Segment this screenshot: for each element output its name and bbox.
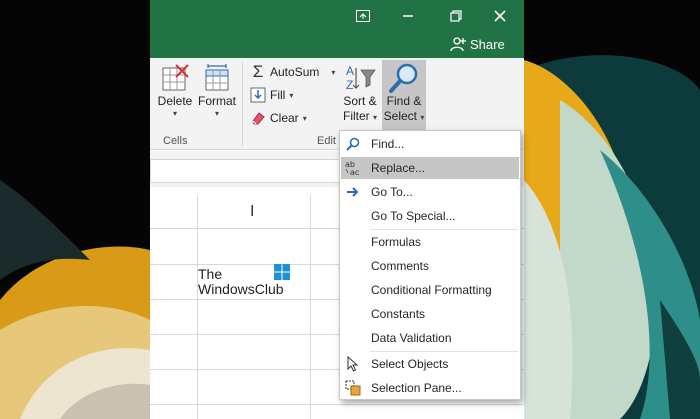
menu-item-label: Selection Pane...: [371, 381, 462, 395]
menu-item-formulas[interactable]: Formulas: [341, 231, 519, 253]
menu-item-label: Replace...: [371, 161, 426, 175]
chevron-down-icon: ▾: [172, 109, 177, 118]
clear-button[interactable]: Clear ▾: [250, 108, 307, 128]
sort-filter-button[interactable]: A Z Sort & Filter ▾: [340, 62, 380, 125]
fill-label: Fill: [270, 88, 286, 102]
menu-separator: [370, 229, 518, 230]
person-add-icon: [450, 37, 466, 52]
menu-item-replace[interactable]: ab ac Replace...: [341, 157, 519, 179]
svg-text:ac: ac: [350, 168, 359, 177]
sort-filter-label-1: Sort &: [343, 94, 377, 108]
chevron-down-icon: ▾: [302, 113, 307, 123]
svg-text:Z: Z: [346, 78, 353, 92]
find-select-label-1: Find &: [386, 94, 422, 108]
chevron-down-icon: ▾: [331, 67, 336, 77]
menu-item-label: Go To...: [371, 185, 413, 199]
menu-item-label: Conditional Formatting: [371, 283, 492, 297]
watermark-logo: The WindowsClub: [198, 267, 284, 297]
format-label: Format: [197, 94, 236, 108]
minimize-icon: [403, 15, 413, 17]
menu-item-comments[interactable]: Comments: [341, 255, 519, 277]
menu-item-selection-pane[interactable]: Selection Pane...: [341, 377, 519, 399]
menu-item-label: Data Validation: [371, 331, 452, 345]
menu-item-select-objects[interactable]: Select Objects: [341, 353, 519, 375]
eraser-icon: [252, 112, 265, 125]
menu-item-label: Constants: [371, 307, 426, 321]
editing-group-label: Edit: [317, 135, 336, 147]
watermark-line-2: WindowsClub: [198, 281, 284, 297]
menu-item-label: Formulas: [371, 235, 422, 249]
minimize-button[interactable]: [394, 4, 422, 28]
magnifier-icon: [389, 63, 418, 93]
chevron-down-icon: ▾: [289, 90, 294, 100]
restore-icon: [450, 10, 462, 22]
menu-item-label: Select Objects: [371, 357, 449, 371]
autosum-label: AutoSum: [270, 65, 320, 79]
sort-filter-label-2: Filter ▾: [342, 109, 378, 123]
share-button[interactable]: Share: [450, 33, 505, 55]
find-select-menu: Find... ab ac Replace... Go To... Go To S…: [339, 130, 521, 400]
replace-abc-icon: ab ac: [344, 159, 362, 177]
menu-separator: [370, 351, 518, 352]
svg-text:A: A: [346, 64, 354, 78]
menu-item-constants[interactable]: Constants: [341, 303, 519, 325]
close-button[interactable]: [486, 4, 514, 28]
chevron-down-icon: ▾: [420, 113, 425, 122]
menu-item-label: Find...: [371, 137, 405, 151]
menu-item-go-to[interactable]: Go To...: [341, 181, 519, 203]
menu-item-label: Go To Special...: [371, 209, 456, 223]
restore-button[interactable]: [442, 4, 470, 28]
fill-down-icon: [250, 87, 266, 103]
title-bar: Share: [150, 0, 524, 58]
fill-button[interactable]: Fill ▾: [250, 85, 293, 105]
watermark-line-1: The: [198, 266, 223, 282]
cells-group-label: Cells: [163, 135, 188, 147]
menu-item-conditional-formatting[interactable]: Conditional Formatting: [341, 279, 519, 301]
chevron-down-icon: ▾: [214, 109, 219, 118]
group-separator: [242, 62, 243, 146]
formula-input[interactable]: [150, 159, 340, 183]
find-select-button[interactable]: Find & Select ▾: [382, 62, 426, 125]
magnifier-icon: [344, 135, 362, 153]
menu-item-data-validation[interactable]: Data Validation: [341, 327, 519, 349]
menu-item-find[interactable]: Find...: [341, 133, 519, 155]
delete-button[interactable]: Delete ▾: [156, 64, 194, 118]
autosum-button[interactable]: Σ AutoSum ▾: [250, 62, 336, 82]
format-cells-icon: [205, 64, 229, 91]
delete-cells-icon: [162, 64, 189, 91]
delete-label: Delete: [157, 94, 193, 108]
chevron-down-icon: ▾: [373, 113, 378, 122]
clear-label: Clear: [270, 111, 299, 125]
sort-filter-icon: A Z: [346, 64, 376, 92]
close-icon: [494, 10, 506, 22]
column-header-i[interactable]: I: [250, 203, 254, 221]
selection-pane-icon: [344, 379, 362, 397]
pointer-icon: [344, 355, 362, 373]
ribbon-display-options-button[interactable]: [349, 4, 377, 28]
find-select-label-2: Select ▾: [383, 109, 425, 123]
share-label: Share: [470, 36, 505, 52]
menu-item-go-to-special[interactable]: Go To Special...: [341, 205, 519, 227]
arrow-right-icon: [344, 183, 362, 201]
ribbon-display-icon: [356, 10, 370, 22]
windows-logo-icon: [274, 264, 290, 280]
sigma-icon: Σ: [252, 62, 264, 81]
format-button[interactable]: Format ▾: [196, 64, 238, 118]
menu-item-label: Comments: [371, 259, 430, 273]
